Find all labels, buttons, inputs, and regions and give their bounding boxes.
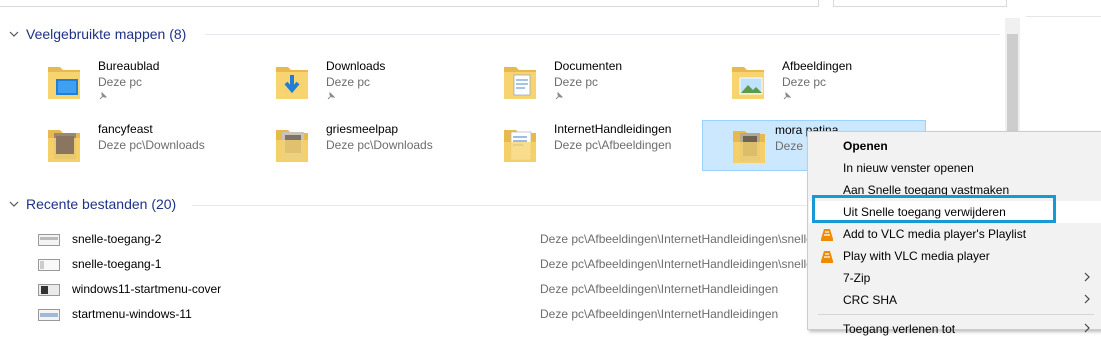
image-file-icon bbox=[38, 284, 60, 296]
folder-path: Deze pc bbox=[782, 75, 827, 89]
menu-item-vlc-add-playlist[interactable]: Add to VLC media player's Playlist bbox=[809, 223, 1101, 245]
folder-tile-bureaublad[interactable]: Bureaublad Deze pc bbox=[34, 57, 256, 107]
folder-name: Bureaublad bbox=[98, 59, 160, 73]
file-path: Deze pc\Afbeeldingen\InternetHandleiding… bbox=[540, 282, 779, 296]
menu-item-7zip[interactable]: 7-Zip bbox=[809, 267, 1101, 289]
chevron-right-icon bbox=[1084, 294, 1090, 304]
menu-separator bbox=[818, 314, 1094, 315]
folder-tile-afbeeldingen[interactable]: Afbeeldingen Deze pc bbox=[718, 57, 940, 107]
chevron-right-icon bbox=[1084, 272, 1090, 282]
file-name: startmenu-windows-11 bbox=[72, 307, 192, 321]
folder-path: Deze pc bbox=[554, 75, 599, 89]
folder-name: Documenten bbox=[554, 59, 623, 73]
image-file-icon bbox=[38, 234, 60, 246]
menu-item-crc-sha[interactable]: CRC SHA bbox=[809, 289, 1101, 311]
folder-path: Deze pc bbox=[326, 75, 371, 89]
folder-path: Deze pc\Afbeeldingen bbox=[554, 138, 672, 152]
folder-icon bbox=[48, 130, 80, 162]
file-name: windows11-startmenu-cover bbox=[72, 282, 222, 296]
pin-icon bbox=[327, 91, 336, 100]
image-file-icon bbox=[38, 309, 60, 321]
folder-tile-downloads[interactable]: Downloads Deze pc bbox=[262, 57, 484, 107]
pin-icon bbox=[99, 91, 108, 100]
menu-item-grant-access[interactable]: Toegang verlenen tot bbox=[809, 318, 1101, 340]
menu-item-label: 7-Zip bbox=[843, 271, 871, 285]
vlc-cone-icon bbox=[821, 251, 833, 263]
group-divider bbox=[205, 34, 1000, 35]
menu-item-label: Toegang verlenen tot bbox=[843, 322, 956, 336]
pin-icon bbox=[555, 91, 564, 100]
group-header-recent-files[interactable]: Recente bestanden (20) bbox=[8, 194, 176, 214]
menu-item-label: Openen bbox=[843, 139, 888, 153]
folder-tile-internethandleidingen[interactable]: InternetHandleidingen Deze pc\Afbeelding… bbox=[490, 120, 712, 170]
group-header-frequent-folders[interactable]: Veelgebruikte mappen (8) bbox=[8, 24, 186, 44]
downloads-folder-icon bbox=[276, 67, 308, 99]
folder-tile-griesmeelpap[interactable]: griesmeelpap Deze pc\Downloads bbox=[262, 120, 484, 170]
context-menu: Openen In nieuw venster openen Aan Snell… bbox=[807, 131, 1101, 336]
pictures-folder-icon bbox=[732, 67, 764, 99]
folder-name: InternetHandleidingen bbox=[554, 122, 672, 136]
menu-item-label: Play with VLC media player bbox=[843, 249, 990, 263]
folder-tile-fancyfeast[interactable]: fancyfeast Deze pc\Downloads bbox=[34, 120, 256, 170]
vlc-cone-icon bbox=[821, 229, 833, 241]
folder-path: Deze pc bbox=[98, 75, 143, 89]
menu-item-label: CRC SHA bbox=[843, 293, 898, 307]
folder-icon bbox=[733, 131, 765, 163]
menu-item-vlc-play[interactable]: Play with VLC media player bbox=[809, 245, 1101, 267]
folder-name: Afbeeldingen bbox=[782, 59, 853, 73]
folder-icon bbox=[276, 130, 308, 162]
folder-path: Deze pc\Downloads bbox=[326, 138, 433, 152]
group-title: Veelgebruikte mappen (8) bbox=[26, 26, 187, 42]
menu-item-open-new-window[interactable]: In nieuw venster openen bbox=[809, 157, 1101, 179]
details-pane-divider bbox=[1026, 16, 1101, 17]
documents-folder-icon bbox=[504, 67, 536, 99]
chevron-down-icon bbox=[9, 31, 19, 37]
folder-name: fancyfeast bbox=[98, 122, 153, 136]
folder-tile-documenten[interactable]: Documenten Deze pc bbox=[490, 57, 712, 107]
file-path: Deze pc\Afbeeldingen\InternetHandleiding… bbox=[540, 307, 779, 321]
file-name: snelle-toegang-2 bbox=[72, 232, 162, 246]
folder-icon bbox=[504, 130, 536, 162]
callout-highlight-box bbox=[812, 195, 1056, 223]
menu-item-label: Add to VLC media player's Playlist bbox=[843, 227, 1027, 241]
group-title: Recente bestanden (20) bbox=[26, 196, 177, 212]
chevron-right-icon bbox=[1084, 323, 1090, 333]
pin-icon bbox=[783, 91, 792, 100]
image-file-icon bbox=[38, 259, 60, 271]
file-name: snelle-toegang-1 bbox=[72, 257, 162, 271]
folder-name: Downloads bbox=[326, 59, 386, 73]
menu-item-label: In nieuw venster openen bbox=[843, 161, 974, 175]
folder-name: griesmeelpap bbox=[326, 122, 399, 136]
menu-item-openen[interactable]: Openen bbox=[809, 135, 1101, 157]
chevron-down-icon bbox=[9, 201, 19, 207]
desktop-folder-icon bbox=[48, 67, 80, 99]
folder-path: Deze pc\Downloads bbox=[98, 138, 205, 152]
